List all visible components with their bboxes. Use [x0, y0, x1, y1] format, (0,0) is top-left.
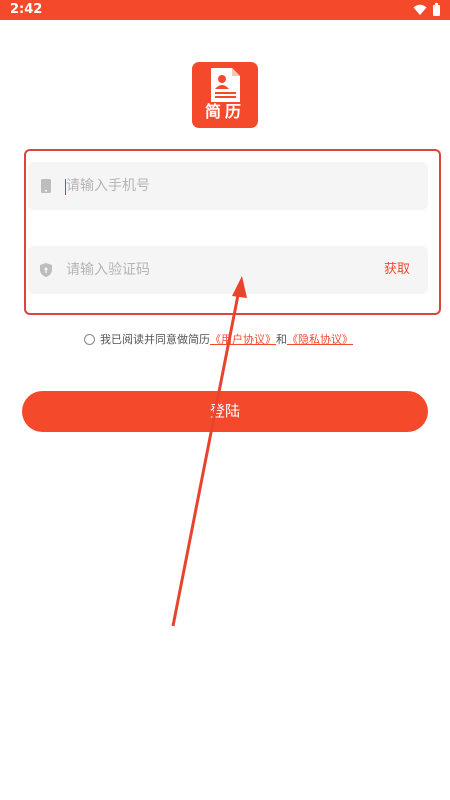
status-time: 2:42 [10, 2, 43, 17]
annotation-highlight-box [24, 149, 441, 315]
user-agreement-link[interactable]: 《用户协议》 [210, 331, 276, 347]
agreement-row: 我已阅读并同意做简历 《用户协议》 和 《隐私协议》 [84, 331, 353, 347]
logo-text: 简历 [204, 102, 245, 121]
battery-icon [433, 3, 440, 16]
login-button[interactable]: 登陆 [22, 391, 428, 432]
agreement-conjunction: 和 [276, 333, 287, 346]
agreement-text: 我已阅读并同意做简历 [100, 333, 210, 346]
app-logo: 简历 [192, 62, 258, 128]
status-bar: 2:42 [0, 0, 450, 20]
wifi-icon [413, 4, 427, 15]
privacy-agreement-link[interactable]: 《隐私协议》 [287, 331, 353, 347]
agreement-radio[interactable] [84, 333, 95, 345]
